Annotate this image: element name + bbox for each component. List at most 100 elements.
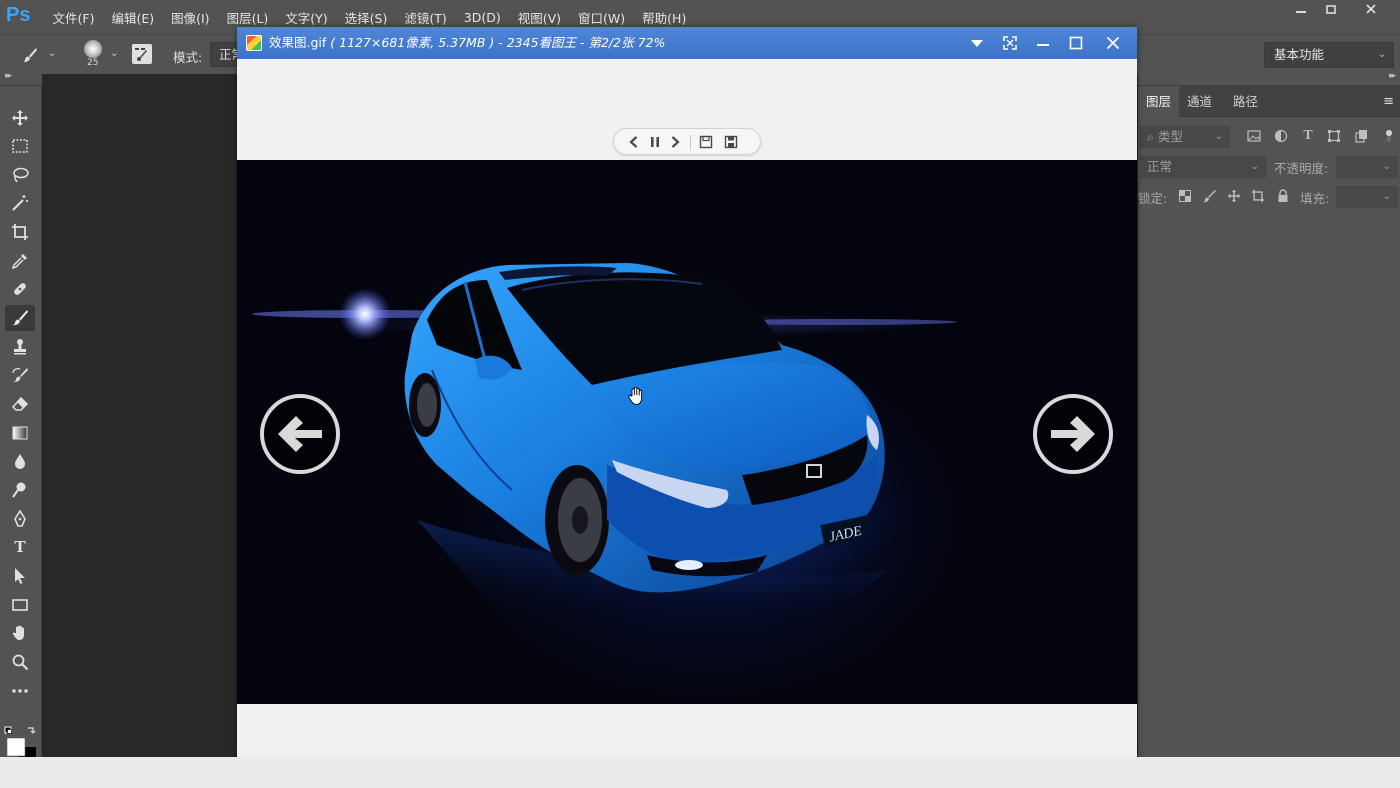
collapse-icon[interactable]: ▸▸ <box>5 71 12 81</box>
tool-more[interactable] <box>5 678 35 704</box>
lock-fill-row: 锁定: 填充: ⌄ <box>1138 183 1400 211</box>
chevron-down-icon: ⌄ <box>1382 191 1391 202</box>
previous-frame-button[interactable] <box>624 132 644 152</box>
toolbar-divider <box>690 135 691 150</box>
lock-artboard-button[interactable] <box>1250 188 1266 204</box>
tab-layers[interactable]: 图层 <box>1138 86 1180 117</box>
blend-opacity-row: 正常 ⌄ 不透明度: ⌄ <box>1138 153 1400 181</box>
crop-icon <box>1251 189 1265 203</box>
tool-healing[interactable] <box>5 276 35 302</box>
lock-all-button[interactable] <box>1275 188 1291 204</box>
chevron-down-icon[interactable]: ⌄ <box>110 48 118 59</box>
tool-pen[interactable] <box>5 506 35 532</box>
tool-type[interactable]: T <box>5 534 35 560</box>
chevron-down-icon: ⌄ <box>1377 49 1386 60</box>
filter-adjustment-button[interactable] <box>1273 128 1289 144</box>
ps-restore-button[interactable] <box>1312 0 1350 22</box>
lock-label: 锁定: <box>1138 191 1168 206</box>
tool-brush[interactable] <box>5 305 35 331</box>
tool-lasso[interactable] <box>5 162 35 188</box>
layer-filter-value: 类型 <box>1158 129 1184 144</box>
tool-history-brush[interactable] <box>5 362 35 388</box>
filter-type-button[interactable]: T <box>1300 128 1316 144</box>
viewer-fullscreen-button[interactable] <box>994 27 1026 59</box>
workspace-select[interactable]: 基本功能 ⌄ <box>1264 42 1394 68</box>
filter-toggle[interactable] <box>1381 128 1397 144</box>
viewer-title-bar[interactable]: 效果图.gif ( 1127×681像素, 5.37MB ) - 2345看图王… <box>237 27 1137 59</box>
swap-colors-icon[interactable] <box>28 727 36 734</box>
brush-panel-toggle-button[interactable] <box>132 44 152 64</box>
chevron-down-icon[interactable]: ⌄ <box>48 48 56 59</box>
save-frame-button[interactable] <box>696 132 716 152</box>
menu-layer[interactable]: 图层(L) <box>218 8 277 27</box>
menu-image[interactable]: 图像(I) <box>163 8 218 27</box>
tool-marquee[interactable] <box>5 133 35 159</box>
tool-gradient[interactable] <box>5 420 35 446</box>
previous-image-button[interactable] <box>258 392 342 476</box>
opacity-input[interactable]: ⌄ <box>1336 156 1398 178</box>
viewer-menu-button[interactable] <box>961 27 993 59</box>
tool-crop[interactable] <box>5 219 35 245</box>
layer-filter-row: ⌕ 类型 ⌄ T <box>1138 123 1400 151</box>
next-image-button[interactable] <box>1031 392 1115 476</box>
menu-select[interactable]: 选择(S) <box>336 8 396 27</box>
menu-window[interactable]: 窗口(W) <box>570 8 634 27</box>
more-icon <box>12 689 28 693</box>
hand-cursor-icon <box>628 386 643 405</box>
tab-paths[interactable]: 路径 <box>1225 86 1266 117</box>
viewer-image[interactable]: JADE <box>237 160 1137 704</box>
next-frame-button[interactable] <box>665 132 685 152</box>
checker-icon <box>1179 190 1191 202</box>
menu-filter[interactable]: 滤镜(T) <box>396 8 455 27</box>
triangle-down-icon <box>971 40 983 47</box>
filter-pixel-button[interactable] <box>1246 128 1262 144</box>
tool-hand[interactable] <box>5 620 35 646</box>
brush-size-preview[interactable] <box>84 40 102 58</box>
tool-stamp[interactable] <box>5 334 35 360</box>
ps-close-button[interactable] <box>1352 0 1390 22</box>
tool-path-select[interactable] <box>5 563 35 589</box>
color-swatches[interactable] <box>4 726 38 760</box>
lock-pixels-button[interactable] <box>1201 188 1217 204</box>
lock-position-button[interactable] <box>1226 188 1242 204</box>
mode-label: 模式: <box>173 50 203 65</box>
viewer-maximize-button[interactable] <box>1060 27 1092 59</box>
tool-rectangle[interactable] <box>5 592 35 618</box>
restore-icon <box>1326 5 1336 14</box>
chevron-left-icon <box>629 136 638 148</box>
menu-type[interactable]: 文字(Y) <box>277 8 336 27</box>
tool-magic-wand[interactable] <box>5 190 35 216</box>
lock-transparent-button[interactable] <box>1177 188 1193 204</box>
blend-mode-select[interactable]: 正常 ⌄ <box>1140 156 1266 178</box>
menu-file[interactable]: 文件(F) <box>44 8 103 27</box>
tool-eyedropper[interactable] <box>5 248 35 274</box>
filter-shape-button[interactable] <box>1326 128 1342 144</box>
tools-panel: T <box>0 86 42 788</box>
viewer-title: 效果图.gif ( 1127×681像素, 5.37MB ) - 2345看图王… <box>269 27 665 59</box>
filter-smart-object-button[interactable] <box>1353 128 1369 144</box>
layer-filter-select[interactable]: ⌕ 类型 ⌄ <box>1140 126 1230 148</box>
menu-3d[interactable]: 3D(D) <box>455 10 509 25</box>
image-viewer-window: 效果图.gif ( 1127×681像素, 5.37MB ) - 2345看图王… <box>237 27 1137 757</box>
tool-eraser[interactable] <box>5 391 35 417</box>
collapse-icon[interactable]: ▸▸ <box>1389 71 1396 81</box>
foreground-color-swatch[interactable] <box>6 737 26 757</box>
viewer-minimize-button[interactable] <box>1027 27 1059 59</box>
chevron-down-icon: ⌄ <box>1250 161 1259 172</box>
tool-dodge[interactable] <box>5 477 35 503</box>
panel-menu-icon[interactable]: ≡ <box>1383 94 1394 109</box>
tab-channels[interactable]: 通道 <box>1179 86 1220 117</box>
pause-button[interactable] <box>645 132 665 152</box>
tool-move[interactable] <box>5 105 35 131</box>
menu-view[interactable]: 视图(V) <box>509 8 569 27</box>
panels-header: ▸▸ <box>1138 71 1400 86</box>
save-all-frames-button[interactable] <box>721 132 741 152</box>
tool-zoom[interactable] <box>5 649 35 675</box>
menu-help[interactable]: 帮助(H) <box>634 8 695 27</box>
viewer-close-button[interactable] <box>1097 27 1129 59</box>
close-icon <box>1366 4 1376 14</box>
tool-blur[interactable] <box>5 448 35 474</box>
fill-input[interactable]: ⌄ <box>1336 186 1398 208</box>
menu-edit[interactable]: 编辑(E) <box>103 8 163 27</box>
brush-preset-icon[interactable] <box>22 47 38 63</box>
